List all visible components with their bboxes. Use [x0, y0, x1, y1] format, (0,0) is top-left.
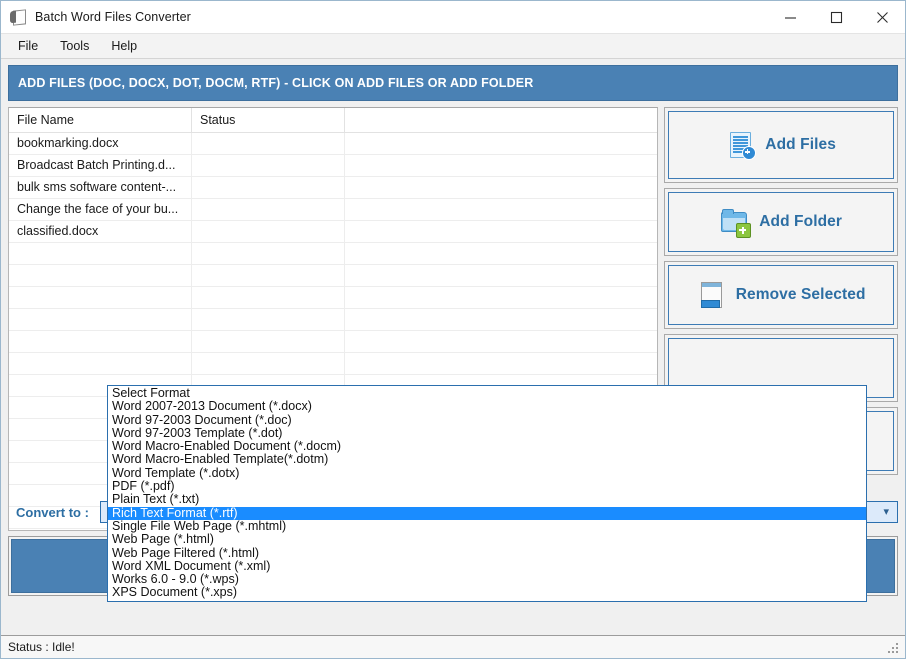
- dropdown-option[interactable]: Word Macro-Enabled Document (*.docm): [108, 439, 866, 453]
- add-files-button[interactable]: Add Files: [668, 111, 894, 179]
- cell-file-name: bookmarking.docx: [9, 133, 192, 155]
- table-row[interactable]: bulk sms software content-...: [9, 177, 658, 199]
- app-window: Batch Word Files Converter File Tools He…: [0, 0, 906, 659]
- table-row[interactable]: Broadcast Batch Printing.d...: [9, 155, 658, 177]
- cell-extra: [345, 177, 657, 199]
- dropdown-option[interactable]: Web Page (*.html): [108, 532, 866, 546]
- window-title: Batch Word Files Converter: [35, 10, 191, 24]
- close-icon[interactable]: [859, 1, 905, 33]
- table-row[interactable]: [9, 265, 658, 287]
- window-controls: [767, 1, 905, 33]
- column-header-extra[interactable]: [345, 108, 657, 133]
- dropdown-option[interactable]: PDF (*.pdf): [108, 479, 866, 493]
- add-folder-icon: [720, 207, 752, 238]
- instruction-banner: ADD FILES (DOC, DOCX, DOT, DOCM, RTF) - …: [8, 65, 898, 101]
- cell-status: [192, 221, 345, 243]
- table-row[interactable]: [9, 287, 658, 309]
- cell-file-name: Change the face of your bu...: [9, 199, 192, 221]
- add-folder-button[interactable]: Add Folder: [668, 192, 894, 252]
- minimize-icon[interactable]: [767, 1, 813, 33]
- table-row[interactable]: [9, 353, 658, 375]
- cell-status: [192, 133, 345, 155]
- status-text: Status : Idle!: [8, 640, 75, 654]
- dropdown-option[interactable]: Select Format: [108, 386, 866, 400]
- dropdown-option[interactable]: Word Template (*.dotx): [108, 466, 866, 480]
- dropdown-option-selected[interactable]: Rich Text Format (*.rtf): [108, 506, 866, 520]
- column-header-status[interactable]: Status: [192, 108, 345, 133]
- table-row[interactable]: classified.docx: [9, 221, 658, 243]
- dropdown-option[interactable]: Single File Web Page (*.mhtml): [108, 519, 866, 533]
- cell-extra: [345, 155, 657, 177]
- menu-bar: File Tools Help: [1, 34, 905, 59]
- dropdown-option[interactable]: Word 97-2003 Document (*.doc): [108, 413, 866, 427]
- dropdown-option[interactable]: Works 6.0 - 9.0 (*.wps): [108, 572, 866, 586]
- table-row[interactable]: [9, 331, 658, 353]
- cell-status: [192, 155, 345, 177]
- resize-grip-icon[interactable]: [888, 641, 900, 653]
- cell-extra: [345, 133, 657, 155]
- remove-selected-button[interactable]: Remove Selected: [668, 265, 894, 325]
- cell-extra: [345, 199, 657, 221]
- add-files-panel: Add Files: [664, 107, 898, 183]
- table-row[interactable]: [9, 243, 658, 265]
- add-files-label: Add Files: [765, 136, 836, 153]
- menu-item-tools[interactable]: Tools: [49, 37, 100, 56]
- cell-status: [192, 199, 345, 221]
- grid-header-row: File Name Status: [9, 108, 658, 133]
- remove-selected-icon: [697, 280, 727, 310]
- dropdown-option[interactable]: Plain Text (*.txt): [108, 493, 866, 507]
- format-dropdown-list[interactable]: Select Format Word 2007-2013 Document (*…: [107, 385, 867, 602]
- menu-item-help[interactable]: Help: [100, 37, 148, 56]
- menu-item-file[interactable]: File: [7, 37, 49, 56]
- cell-status: [192, 177, 345, 199]
- add-folder-panel: Add Folder: [664, 188, 898, 256]
- chevron-down-icon[interactable]: ▾: [883, 506, 889, 518]
- dropdown-option[interactable]: Web Page Filtered (*.html): [108, 546, 866, 560]
- cell-file-name: classified.docx: [9, 221, 192, 243]
- maximize-icon[interactable]: [813, 1, 859, 33]
- dropdown-option[interactable]: Word Macro-Enabled Template(*.dotm): [108, 453, 866, 467]
- dropdown-option[interactable]: XPS Document (*.xps): [108, 586, 866, 600]
- cell-file-name: bulk sms software content-...: [9, 177, 192, 199]
- dropdown-option[interactable]: Word 97-2003 Template (*.dot): [108, 426, 866, 440]
- title-bar: Batch Word Files Converter: [1, 1, 905, 34]
- convert-to-label: Convert to :: [16, 504, 89, 520]
- app-document-icon: [10, 8, 28, 26]
- add-folder-label: Add Folder: [759, 213, 843, 230]
- cell-extra: [345, 221, 657, 243]
- add-files-icon: [726, 130, 757, 160]
- table-row[interactable]: bookmarking.docx: [9, 133, 658, 155]
- remove-selected-label: Remove Selected: [735, 286, 866, 303]
- column-header-file-name[interactable]: File Name: [9, 108, 192, 133]
- dropdown-option[interactable]: Word 2007-2013 Document (*.docx): [108, 399, 866, 413]
- cell-file-name: Broadcast Batch Printing.d...: [9, 155, 192, 177]
- main-content: ADD FILES (DOC, DOCX, DOT, DOCM, RTF) - …: [1, 59, 905, 635]
- status-bar: Status : Idle!: [1, 635, 905, 658]
- table-row[interactable]: Change the face of your bu...: [9, 199, 658, 221]
- remove-selected-panel: Remove Selected: [664, 261, 898, 329]
- table-row[interactable]: [9, 309, 658, 331]
- dropdown-option[interactable]: Word XML Document (*.xml): [108, 559, 866, 573]
